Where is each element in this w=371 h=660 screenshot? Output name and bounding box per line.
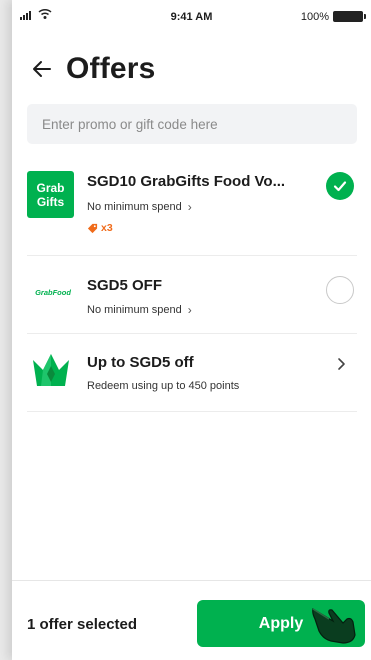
status-bar: 9:41 AM 100%	[12, 0, 371, 30]
unselected-radio[interactable]	[326, 276, 354, 304]
page-title: Offers	[66, 52, 156, 85]
offer-subtitle: No minimum spend	[87, 201, 182, 213]
offer-item-grabgifts[interactable]: Grab Gifts SGD10 GrabGifts Food Vo... No…	[27, 155, 357, 256]
quantity-badge: x3	[87, 222, 113, 234]
offer-title: SGD5 OFF	[87, 277, 163, 294]
phone-screen: 9:41 AM 100% Offers Grab Gifts SGD10 Gra…	[12, 0, 371, 660]
chevron-right-icon: ›	[187, 303, 192, 317]
battery-icon	[333, 11, 366, 22]
crown-icon	[33, 354, 69, 386]
offer-title: SGD10 GrabGifts Food Vo...	[87, 173, 286, 190]
badge-count: x3	[101, 222, 113, 234]
offer-item-points[interactable]: Up to SGD5 off Redeem using up to 450 po…	[27, 334, 357, 412]
checkmark-icon	[333, 181, 347, 192]
offer-subtitle: Redeem using up to 450 points	[87, 380, 240, 392]
promo-code-input[interactable]	[27, 104, 357, 144]
chevron-right-icon[interactable]	[334, 357, 348, 371]
grabfood-logo: GrabFood	[35, 288, 71, 297]
offer-terms-link[interactable]: No minimum spend ›	[87, 200, 192, 214]
battery-percent: 100%	[300, 11, 329, 23]
selected-count-text: 1 offer selected	[27, 616, 138, 633]
grabgifts-logo: Grab Gifts	[27, 171, 74, 218]
offer-subtitle-row: Redeem using up to 450 points	[87, 380, 239, 392]
offers-list: Grab Gifts SGD10 GrabGifts Food Vo... No…	[27, 155, 357, 412]
offer-item-grabfood[interactable]: GrabFood SGD5 OFF No minimum spend ›	[27, 256, 357, 334]
logo-line-1: Grab	[36, 181, 65, 195]
offer-subtitle: No minimum spend	[87, 304, 182, 316]
apply-button[interactable]: Apply	[197, 600, 365, 647]
logo-line-2: Gifts	[36, 195, 65, 209]
selected-check-icon[interactable]	[326, 172, 354, 200]
tag-icon	[87, 223, 98, 233]
arrow-left-icon[interactable]	[30, 57, 54, 81]
offer-terms-link[interactable]: No minimum spend ›	[87, 303, 192, 317]
page-header: Offers	[30, 46, 353, 92]
chevron-right-icon: ›	[187, 200, 192, 214]
bottom-bar: 1 offer selected Apply	[12, 580, 371, 660]
offer-title: Up to SGD5 off	[87, 354, 194, 371]
